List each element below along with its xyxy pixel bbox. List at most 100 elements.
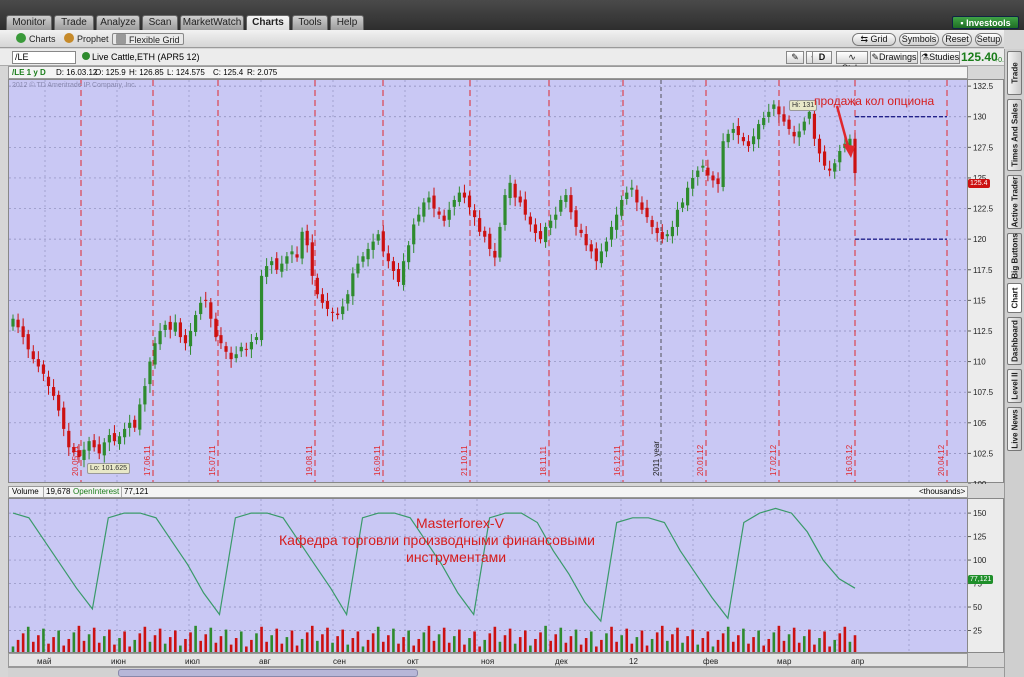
charts-subtab[interactable]: Charts: [16, 33, 56, 46]
option-sale-annotation: продажа кол опциона: [814, 94, 935, 108]
candle-body: [62, 407, 66, 429]
candle-body: [285, 256, 289, 264]
expiry-date-label: 16.03.12: [845, 444, 854, 476]
period-button[interactable]: D: [812, 51, 832, 64]
side-tab-live-news-label: Live News: [1010, 409, 1019, 449]
candle-body: [569, 195, 573, 213]
volume-bar: [92, 627, 96, 652]
open-interest-value: 77,121: [121, 487, 148, 497]
volume-bar: [447, 642, 451, 652]
link-icon: ⇆: [860, 34, 871, 44]
candle-body: [133, 419, 137, 428]
month-label: июн: [111, 657, 126, 666]
candle-body: [792, 131, 796, 137]
ohlc-open: O: 125.9: [95, 68, 126, 77]
aggregation-label[interactable]: /LE 1 y D: [12, 67, 46, 78]
candle-body: [817, 138, 822, 154]
volume-bar: [174, 630, 177, 652]
tab-scan[interactable]: Scan: [142, 15, 178, 30]
candle-body: [498, 226, 502, 258]
drawings-button[interactable]: ✎Drawings: [870, 51, 918, 64]
month-label: апр: [851, 657, 865, 666]
tab-marketwatch[interactable]: MarketWatch: [180, 15, 244, 30]
symbol-input[interactable]: /LE: [12, 51, 76, 64]
candle-body: [604, 241, 609, 252]
open-interest-tag: 77,121: [968, 575, 994, 584]
side-tab-dashboard[interactable]: Dashboard: [1007, 317, 1022, 365]
volume-bar: [493, 626, 497, 652]
candle-body: [757, 124, 761, 140]
side-tab-trade[interactable]: Trade: [1007, 51, 1022, 95]
price-axis[interactable]: 132.5130127.5125122.5120117.5115112.5110…: [968, 79, 1004, 489]
style-button[interactable]: ∿ Style: [836, 51, 868, 73]
volume-tick-label: 150: [973, 509, 987, 518]
side-tab-big-buttons[interactable]: Big Buttons: [1007, 233, 1022, 279]
volume-bar: [336, 636, 339, 652]
candle-body: [584, 234, 588, 246]
volume-bar: [270, 635, 273, 652]
candle-body: [128, 422, 132, 428]
link-tools-icon[interactable]: ✎: [786, 51, 804, 64]
volume-bar: [554, 634, 558, 652]
volume-chart-pane[interactable]: Masterforex-V Кафедра торговли производн…: [8, 498, 968, 653]
volume-header: Volume 19,678 OpenInterest 77,121 <thous…: [8, 486, 968, 498]
volume-bar: [452, 636, 456, 652]
volume-bar: [655, 632, 659, 652]
tab-charts[interactable]: Charts: [246, 15, 290, 30]
volume-bar: [234, 638, 238, 652]
side-tab-chart[interactable]: Chart: [1007, 283, 1022, 313]
volume-bar: [666, 640, 669, 652]
tab-monitor[interactable]: Monitor: [6, 15, 52, 30]
time-axis[interactable]: май июн июл авг сен окт ноя дек 12 фев мар апр: [8, 653, 968, 667]
candle-body: [351, 273, 355, 297]
volume-axis[interactable]: 150 125 100 75 50 25 77,121: [968, 498, 1004, 653]
month-label: сен: [333, 657, 346, 666]
candle-body: [138, 404, 142, 430]
tab-tools[interactable]: Tools: [292, 15, 328, 30]
volume-bar: [605, 633, 608, 652]
volume-bar: [265, 641, 268, 652]
tab-analyze[interactable]: Analyze: [96, 15, 140, 30]
candle-body: [741, 137, 746, 142]
reset-button[interactable]: Reset: [942, 33, 972, 46]
candle-body: [391, 261, 396, 271]
volume-bar: [168, 637, 172, 652]
side-tab-level-ii-label: Level II: [1010, 372, 1019, 400]
candle-body: [767, 111, 771, 117]
candle-body: [102, 442, 106, 456]
volume-bar: [802, 636, 806, 652]
studies-button[interactable]: ⚗Studies: [920, 51, 960, 64]
candle-body: [554, 214, 558, 220]
tab-trade[interactable]: Trade: [54, 15, 94, 30]
grid-button[interactable]: ⇆ Grid: [852, 33, 896, 46]
volume-bar: [473, 631, 476, 652]
volume-bar: [108, 629, 111, 652]
volume-bar: [153, 635, 157, 652]
side-tab-live-news[interactable]: Live News: [1007, 407, 1022, 451]
candle-body: [26, 334, 30, 350]
candle-body: [315, 277, 319, 295]
candle-body: [645, 207, 649, 218]
volume-bar: [52, 637, 55, 652]
side-tab-level-ii[interactable]: Level II: [1007, 369, 1022, 403]
candle-body: [163, 324, 167, 330]
flexible-grid-subtab[interactable]: Flexible Grid: [112, 33, 184, 45]
prophet-subtab[interactable]: Prophet: [64, 33, 109, 46]
scrollbar-thumb[interactable]: [118, 669, 418, 677]
setup-button[interactable]: Setup: [975, 33, 1002, 46]
volume-bar: [747, 643, 750, 652]
tab-help[interactable]: Help: [330, 15, 364, 30]
side-tab-active-trader[interactable]: Active Trader: [1007, 175, 1022, 229]
candle-body: [478, 218, 482, 232]
candle-body: [650, 220, 654, 227]
candle-body: [680, 202, 685, 208]
price-chart-pane[interactable]: 20.05.11 17.06.11 15.07.11 19.08.11 16.09.11…: [8, 79, 968, 483]
promo-line-3: инструментами: [406, 549, 507, 565]
candle-body: [833, 163, 837, 172]
horizontal-scrollbar[interactable]: [8, 667, 1004, 677]
symbols-button[interactable]: Symbols: [899, 33, 939, 46]
volume-bar: [376, 626, 380, 652]
candle-body: [209, 302, 213, 319]
side-tab-times-and-sales[interactable]: Times And Sales: [1007, 99, 1022, 171]
investools-button[interactable]: ▪ Investools: [952, 16, 1019, 29]
